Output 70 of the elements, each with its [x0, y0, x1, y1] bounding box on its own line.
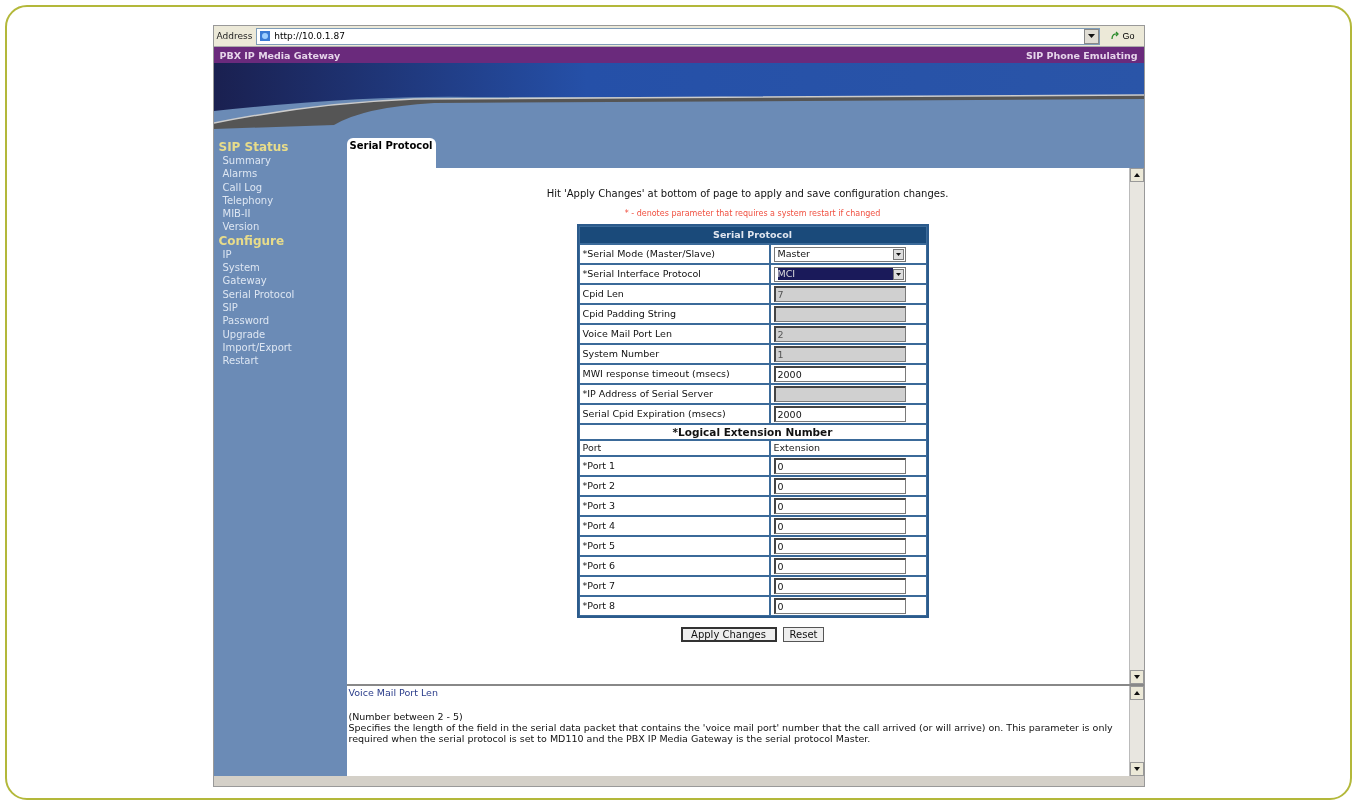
- sidebar-link[interactable]: Call Log: [218, 180, 269, 194]
- field-label: *Serial Interface Protocol: [578, 264, 770, 284]
- table-title: Serial Protocol: [578, 226, 927, 244]
- field-label: Cpid Padding String: [578, 304, 770, 324]
- section-heading: *Logical Extension Number: [578, 424, 927, 440]
- help-text: Specifies the length of the field in the serial data packet that contains the 'voice mail port' number that the call arrived (or will arrive) on. This parameter is only required when the serial protocol is set to MD110 and the PBX IP Media Gateway is the serial protocol Master.: [348, 722, 1114, 744]
- scroll-down-icon[interactable]: [1129, 762, 1144, 776]
- restart-note: * - denotes parameter that requires a system restart if changed: [624, 209, 881, 218]
- field-label: *Port 3: [578, 496, 770, 516]
- field-label: *Port 2: [578, 476, 770, 496]
- text-field[interactable]: 0: [773, 518, 906, 534]
- sidebar-link[interactable]: Password: [218, 314, 276, 328]
- scrollbar[interactable]: [1128, 168, 1144, 684]
- scrollbar[interactable]: [1128, 686, 1144, 776]
- sidebar-link[interactable]: Import/Export: [218, 340, 298, 355]
- sidebar-link[interactable]: Version: [218, 220, 266, 234]
- text-field[interactable]: 0: [773, 478, 906, 494]
- sidebar-link[interactable]: IP: [218, 247, 238, 262]
- sidebar-link[interactable]: Summary: [218, 154, 277, 168]
- field-label: MWI response timeout (msecs): [578, 364, 770, 384]
- field-label: *IP Address of Serial Server: [578, 384, 770, 404]
- sidebar-link[interactable]: MIB-II: [218, 207, 257, 221]
- column-header: Extension: [769, 440, 927, 456]
- text-field[interactable]: 0: [773, 538, 906, 554]
- text-field[interactable]: 2000: [773, 406, 906, 422]
- sidebar-link[interactable]: System: [218, 261, 266, 275]
- scroll-up-icon[interactable]: [1129, 686, 1144, 700]
- field-label: Voice Mail Port Len: [578, 324, 770, 344]
- field-label: *Port 8: [578, 596, 770, 616]
- apply-button[interactable]: Apply Changes: [680, 627, 777, 642]
- mode-label: SIP Phone Emulating: [1025, 49, 1138, 61]
- tab[interactable]: Serial Protocol: [346, 138, 436, 168]
- field-label: Cpid Len: [578, 284, 770, 304]
- column-header: Port: [578, 440, 770, 456]
- page-icon: [259, 30, 272, 42]
- go-arrow-icon: [1110, 31, 1121, 41]
- sidebar-link[interactable]: SIP: [218, 300, 244, 315]
- sidebar-link[interactable]: Serial Protocol: [218, 287, 301, 301]
- help-range: (Number between 2 - 5): [348, 711, 464, 722]
- field-label: *Port 5: [578, 536, 770, 556]
- field-label: *Serial Mode (Master/Slave): [578, 244, 770, 264]
- text-field[interactable]: 0: [773, 558, 906, 574]
- text-field[interactable]: 0: [773, 498, 906, 514]
- reset-button[interactable]: Reset: [782, 627, 825, 642]
- text-field[interactable]: 0: [773, 458, 906, 474]
- sidebar-link[interactable]: Telephony: [218, 193, 280, 208]
- address-field[interactable]: http://10.0.1.87: [256, 27, 1101, 45]
- sidebar-heading: Configure: [218, 233, 286, 248]
- sidebar-heading: SIP Status: [218, 140, 290, 154]
- field-label: *Port 6: [578, 556, 770, 576]
- field-label: System Number: [578, 344, 770, 364]
- text-field[interactable]: 2000: [773, 366, 906, 382]
- field-label: *Port 4: [578, 516, 770, 536]
- app-title: PBX IP Media Gateway: [219, 49, 341, 61]
- field-label: *Port 1: [578, 456, 770, 476]
- instructions-text: Hit 'Apply Changes' at bottom of page to apply and save configuration changes.: [546, 188, 949, 199]
- dropdown[interactable]: MCI: [773, 266, 906, 282]
- text-field[interactable]: 0: [773, 598, 906, 614]
- sidebar-link[interactable]: Gateway: [218, 274, 273, 288]
- sidebar-link[interactable]: Alarms: [218, 167, 264, 181]
- field-label: *Port 7: [578, 576, 770, 596]
- scroll-down-icon[interactable]: [1129, 670, 1144, 684]
- sidebar-link[interactable]: Upgrade: [218, 327, 272, 341]
- field-label: Serial Cpid Expiration (msecs): [578, 404, 770, 424]
- sidebar-link[interactable]: Restart: [218, 354, 265, 368]
- help-title: Voice Mail Port Len: [348, 687, 439, 698]
- scroll-up-icon[interactable]: [1129, 168, 1144, 182]
- text-field[interactable]: 0: [773, 578, 906, 594]
- address-label: Address: [216, 31, 253, 41]
- dropdown[interactable]: Master: [773, 246, 906, 262]
